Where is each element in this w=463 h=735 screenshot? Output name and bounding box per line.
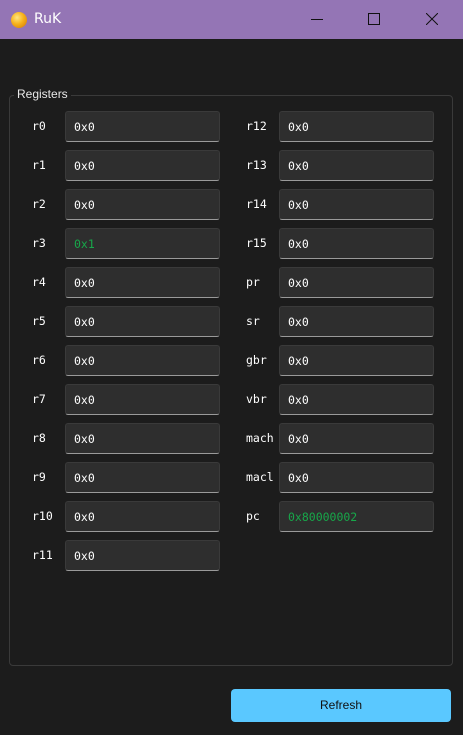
register-label-r4: r4 [32, 275, 46, 289]
register-field-mach[interactable] [279, 423, 434, 454]
register-label-mach: mach [246, 431, 274, 445]
register-label-r13: r13 [246, 158, 267, 172]
register-label-r2: r2 [32, 197, 46, 211]
register-label-vbr: vbr [246, 392, 267, 406]
register-label-r15: r15 [246, 236, 267, 250]
register-label-r8: r8 [32, 431, 46, 445]
register-label-macl: macl [246, 470, 274, 484]
maximize-button[interactable] [351, 0, 397, 39]
register-field-r7[interactable] [65, 384, 220, 415]
register-field-r12[interactable] [279, 111, 434, 142]
minimize-button[interactable] [294, 0, 340, 39]
register-field-r4[interactable] [65, 267, 220, 298]
register-label-r6: r6 [32, 353, 46, 367]
register-label-r5: r5 [32, 314, 46, 328]
register-field-macl[interactable] [279, 462, 434, 493]
register-field-r10[interactable] [65, 501, 220, 532]
register-field-pr[interactable] [279, 267, 434, 298]
app-logo-icon [11, 12, 27, 28]
register-label-pc: pc [246, 509, 260, 523]
register-label-r3: r3 [32, 236, 46, 250]
register-label-r10: r10 [32, 509, 53, 523]
register-field-r8[interactable] [65, 423, 220, 454]
window-title: RuK [34, 11, 62, 27]
register-label-r1: r1 [32, 158, 46, 172]
register-field-r6[interactable] [65, 345, 220, 376]
register-label-r14: r14 [246, 197, 267, 211]
register-label-pr: pr [246, 275, 260, 289]
register-field-r1[interactable] [65, 150, 220, 181]
close-icon [426, 13, 438, 25]
register-field-r14[interactable] [279, 189, 434, 220]
maximize-icon [368, 13, 380, 25]
register-field-sr[interactable] [279, 306, 434, 337]
register-field-vbr[interactable] [279, 384, 434, 415]
register-field-pc[interactable] [279, 501, 434, 532]
register-field-r2[interactable] [65, 189, 220, 220]
register-label-r12: r12 [246, 119, 267, 133]
register-label-r9: r9 [32, 470, 46, 484]
register-field-r9[interactable] [65, 462, 220, 493]
minimize-icon [311, 19, 323, 20]
register-label-sr: sr [246, 314, 260, 328]
close-button[interactable] [409, 0, 455, 39]
register-label-r0: r0 [32, 119, 46, 133]
register-field-r15[interactable] [279, 228, 434, 259]
register-field-r5[interactable] [65, 306, 220, 337]
register-field-r3[interactable] [65, 228, 220, 259]
title-bar[interactable]: RuK [0, 0, 463, 39]
refresh-button[interactable]: Refresh [231, 689, 451, 722]
register-field-r0[interactable] [65, 111, 220, 142]
register-label-r11: r11 [32, 548, 53, 562]
register-field-gbr[interactable] [279, 345, 434, 376]
register-field-r11[interactable] [65, 540, 220, 571]
register-label-r7: r7 [32, 392, 46, 406]
register-label-gbr: gbr [246, 353, 267, 367]
register-field-r13[interactable] [279, 150, 434, 181]
registers-group-title: Registers [14, 87, 71, 101]
